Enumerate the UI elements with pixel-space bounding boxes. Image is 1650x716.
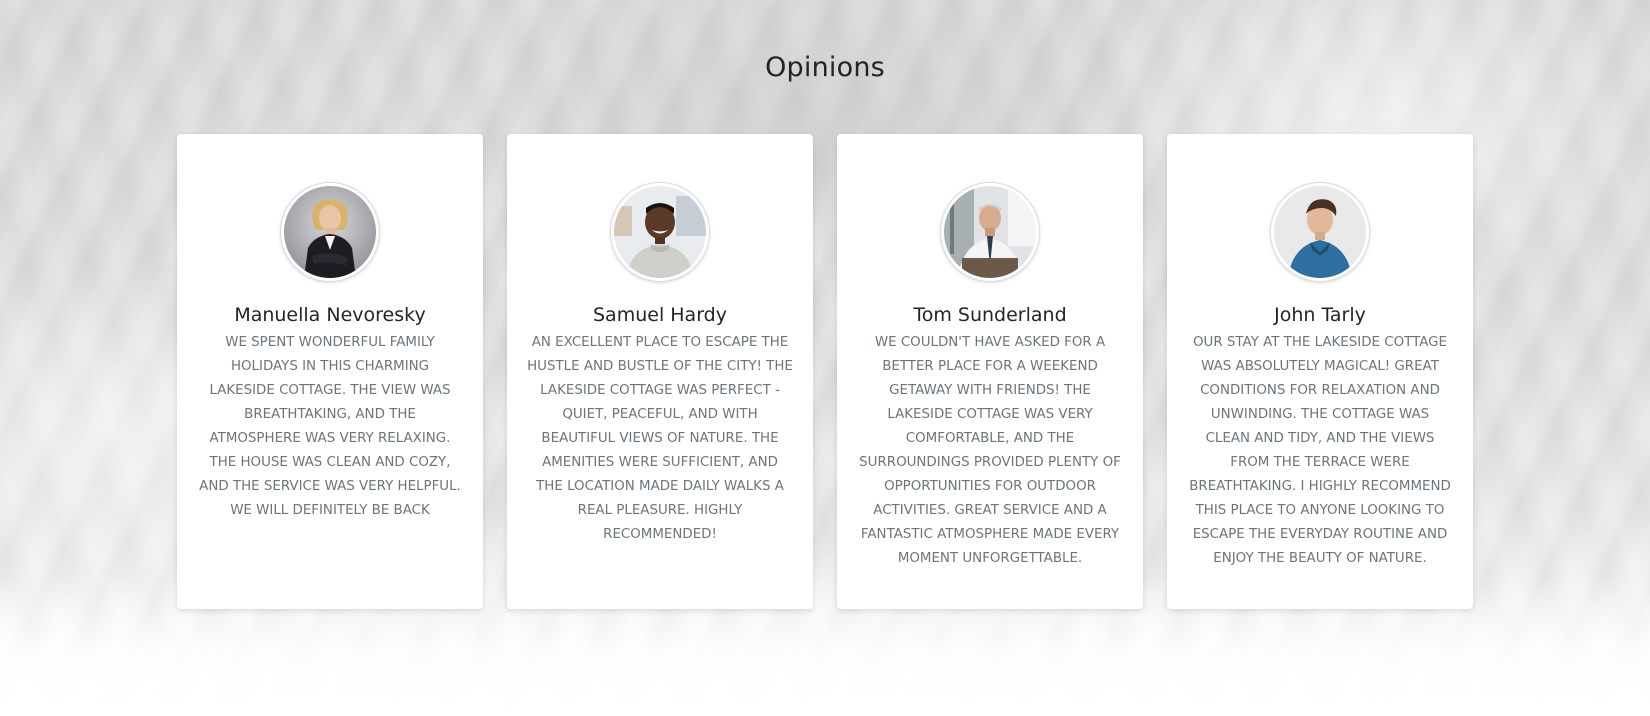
testimonial-name: Samuel Hardy [593, 304, 727, 326]
testimonials-list: Manuella Nevoresky WE SPENT WONDERFUL FA… [177, 134, 1473, 609]
testimonial-card: Samuel Hardy AN EXCELLENT PLACE TO ESCAP… [507, 134, 813, 609]
older-man-in-office-photo [944, 186, 1036, 278]
testimonial-name: Tom Sunderland [913, 304, 1067, 326]
testimonial-name: Manuella Nevoresky [234, 304, 426, 326]
avatar [941, 183, 1039, 281]
testimonial-text: AN EXCELLENT PLACE TO ESCAPE THE HUSTLE … [527, 335, 793, 542]
young-man-in-denim-photo [1274, 186, 1366, 278]
avatar [281, 183, 379, 281]
testimonial-card: Tom Sunderland WE COULDN'T HAVE ASKED FO… [837, 134, 1143, 609]
testimonial-card: John Tarly OUR STAY AT THE LAKESIDE COTT… [1167, 134, 1473, 609]
avatar [611, 183, 709, 281]
avatar [1271, 183, 1369, 281]
testimonial-text: WE SPENT WONDERFUL FAMILY HOLIDAYS IN TH… [199, 335, 461, 518]
smiling-man-photo [614, 186, 706, 278]
woman-in-suit-photo [284, 186, 376, 278]
testimonial-name: John Tarly [1274, 304, 1366, 326]
testimonial-text: WE COULDN'T HAVE ASKED FOR A BETTER PLAC… [859, 335, 1121, 566]
testimonial-card: Manuella Nevoresky WE SPENT WONDERFUL FA… [177, 134, 483, 609]
testimonial-text: OUR STAY AT THE LAKESIDE COTTAGE WAS ABS… [1189, 335, 1451, 566]
section-title: Opinions [765, 52, 885, 83]
